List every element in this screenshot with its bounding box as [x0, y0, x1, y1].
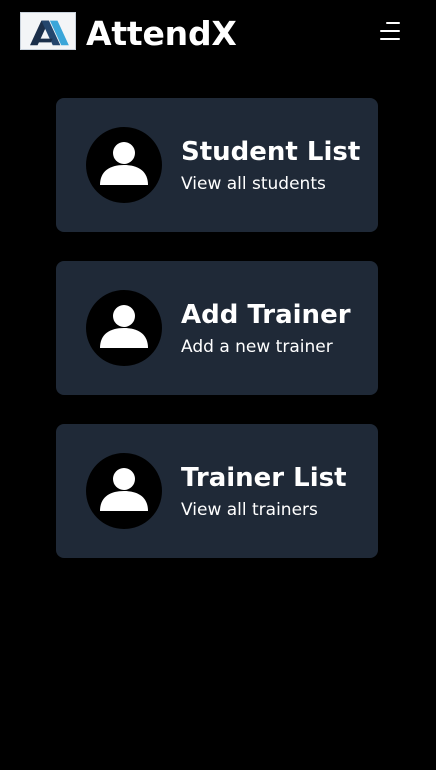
- attendx-logo-icon[interactable]: [20, 12, 76, 50]
- user-icon: [86, 290, 162, 366]
- card-title: Student List: [181, 137, 361, 167]
- user-icon: [86, 127, 162, 203]
- card-title: Add Trainer: [181, 300, 351, 330]
- app-title: AttendX: [86, 14, 237, 53]
- card-subtitle: View all students: [181, 174, 326, 194]
- app-header: AttendX: [0, 0, 436, 70]
- user-icon: [86, 453, 162, 529]
- hamburger-menu-icon[interactable]: [373, 18, 405, 46]
- card-subtitle: View all trainers: [181, 500, 318, 520]
- trainer-list-card[interactable]: Trainer List View all trainers: [56, 424, 378, 558]
- add-trainer-card[interactable]: Add Trainer Add a new trainer: [56, 261, 378, 395]
- student-list-card[interactable]: Student List View all students: [56, 98, 378, 232]
- card-subtitle: Add a new trainer: [181, 337, 333, 357]
- card-title: Trainer List: [181, 463, 347, 493]
